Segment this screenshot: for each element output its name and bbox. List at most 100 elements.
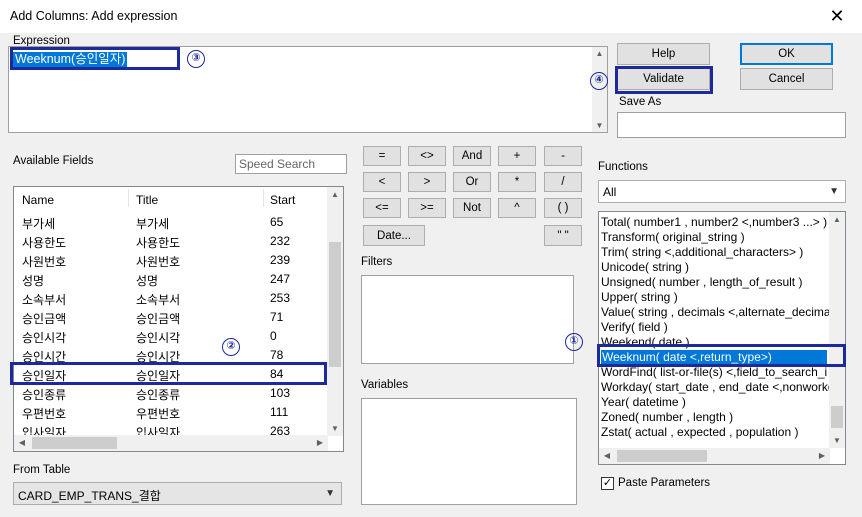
cell-name: 성명 [22, 274, 45, 288]
scroll-right-icon[interactable]: ▶ [816, 451, 828, 460]
scroll-thumb[interactable] [831, 406, 843, 428]
function-item[interactable]: Value( string , decimals <,alternate_dec… [601, 305, 833, 320]
function-item[interactable]: Zstat( actual , expected , population ) [601, 425, 798, 440]
save-as-input[interactable] [617, 112, 846, 138]
function-item[interactable]: Trim( string <,additional_characters> ) [601, 245, 803, 260]
speed-search-input[interactable]: Speed Search [235, 154, 347, 174]
operator-button[interactable]: + [498, 146, 536, 166]
scroll-left-icon[interactable]: ◀ [16, 438, 28, 447]
cell-start: 111 [270, 405, 289, 419]
cell-name: 승인금액 [22, 312, 67, 326]
variables-label: Variables [361, 379, 409, 391]
scroll-up-icon[interactable]: ▲ [592, 49, 607, 58]
table-row[interactable]: 승인시각 승인시각 0 [14, 327, 327, 346]
available-fields-list[interactable]: Name Title Start 부가세 부가세 65 사용한도 사용한도 232 사원번호… [13, 186, 344, 452]
scroll-thumb[interactable] [329, 242, 341, 367]
operator-button[interactable]: ^ [498, 198, 536, 218]
operator-button[interactable]: / [544, 172, 582, 192]
scroll-thumb[interactable] [617, 450, 707, 462]
operator-button[interactable]: > [408, 172, 446, 192]
date-button[interactable]: Date... [363, 225, 425, 246]
operator-button[interactable]: >= [408, 198, 446, 218]
fields-header: Name Title Start [14, 187, 327, 211]
function-item[interactable]: Upper( string ) [601, 290, 678, 305]
cell-start: 71 [270, 310, 284, 324]
cell-name: 승인종류 [22, 388, 67, 402]
function-item[interactable]: Zoned( number , length ) [601, 410, 733, 425]
operator-button[interactable]: Or [453, 172, 491, 192]
from-table-select[interactable]: CARD_EMP_TRANS_결합 ▼ [13, 482, 342, 505]
functions-list[interactable]: Total( number1 , number2 <,number3 ...> … [598, 211, 846, 465]
fields-vertical-scrollbar[interactable]: ▲ ▼ [327, 187, 343, 436]
operator-button[interactable]: ( ) [544, 198, 582, 218]
functions-label: Functions [598, 161, 648, 173]
cell-name: 사용한도 [22, 236, 67, 250]
cancel-button[interactable]: Cancel [740, 68, 833, 90]
scroll-down-icon[interactable]: ▼ [592, 121, 607, 130]
table-row[interactable]: 승인금액 승인금액 71 [14, 308, 327, 327]
highlight-box-expression [10, 47, 180, 70]
cell-title: 성명 [136, 274, 159, 288]
annotation-4: ④ [590, 72, 608, 90]
operator-button[interactable]: And [453, 146, 491, 166]
operator-button[interactable]: <> [408, 146, 446, 166]
operator-button[interactable]: < [363, 172, 401, 192]
operator-button[interactable]: * [498, 172, 536, 192]
table-row[interactable]: 소속부서 소속부서 253 [14, 289, 327, 308]
close-icon[interactable]: ✕ [822, 4, 852, 28]
scroll-down-icon[interactable]: ▼ [829, 436, 845, 445]
paste-parameters-checkbox[interactable]: ✓ [601, 477, 614, 490]
scroll-thumb[interactable] [32, 437, 117, 449]
table-row[interactable]: 사원번호 사원번호 239 [14, 251, 327, 270]
cell-title: 승인시각 [136, 331, 181, 345]
table-row[interactable]: 우편번호 우편번호 111 [14, 403, 327, 422]
variables-list[interactable] [361, 398, 577, 505]
operator-button[interactable]: Not [453, 198, 491, 218]
column-header-name[interactable]: Name [22, 193, 54, 207]
column-header-title[interactable]: Title [136, 193, 158, 207]
cell-title: 소속부서 [136, 293, 181, 307]
function-item[interactable]: Year( datetime ) [601, 395, 686, 410]
filters-list[interactable] [361, 275, 574, 364]
function-item[interactable]: Verify( field ) [601, 320, 668, 335]
functions-category-value: All [603, 185, 617, 199]
cell-name: 소속부서 [22, 293, 67, 307]
functions-vertical-scrollbar[interactable]: ▲ ▼ [829, 212, 845, 448]
ok-button[interactable]: OK [740, 43, 833, 65]
cell-name: 우편번호 [22, 407, 67, 421]
operator-button[interactable]: = [363, 146, 401, 166]
help-button[interactable]: Help [617, 43, 710, 65]
cell-start: 78 [270, 348, 284, 362]
function-item[interactable]: Unsigned( number , length_of_result ) [601, 275, 802, 290]
function-item[interactable]: Workday( start_date , end_date <,nonwork… [601, 380, 835, 395]
filters-label: Filters [361, 256, 393, 268]
operator-button[interactable]: - [544, 146, 582, 166]
table-row[interactable]: 사용한도 사용한도 232 [14, 232, 327, 251]
function-item[interactable]: Transform( original_string ) [601, 230, 745, 245]
cell-start: 239 [270, 253, 291, 267]
fields-horizontal-scrollbar[interactable]: ◀ ▶ [14, 435, 328, 451]
functions-horizontal-scrollbar[interactable]: ◀ ▶ [599, 448, 830, 464]
scroll-up-icon[interactable]: ▲ [327, 190, 343, 199]
table-row[interactable]: 승인종류 승인종류 103 [14, 384, 327, 403]
chevron-down-icon: ▼ [829, 186, 839, 197]
quote-button[interactable]: " " [544, 225, 582, 246]
functions-category-select[interactable]: All ▼ [598, 180, 846, 203]
scroll-down-icon[interactable]: ▼ [327, 424, 343, 433]
cell-start: 247 [270, 272, 291, 286]
function-item[interactable]: Unicode( string ) [601, 260, 689, 275]
cell-name: 부가세 [22, 217, 56, 231]
table-row[interactable]: 부가세 부가세 65 [14, 213, 327, 232]
cell-name: 승인시각 [22, 331, 67, 345]
scroll-left-icon[interactable]: ◀ [601, 451, 613, 460]
table-row[interactable]: 성명 성명 247 [14, 270, 327, 289]
function-item[interactable]: Total( number1 , number2 <,number3 ...> … [601, 215, 827, 230]
operator-button[interactable]: <= [363, 198, 401, 218]
cell-start: 65 [270, 215, 284, 229]
function-item[interactable]: WordFind( list-or-file(s) <,field_to_sea… [601, 365, 827, 380]
from-table-label: From Table [13, 464, 71, 476]
column-header-start[interactable]: Start [270, 193, 295, 207]
scroll-right-icon[interactable]: ▶ [314, 438, 326, 447]
cell-title: 사용한도 [136, 236, 181, 250]
scroll-up-icon[interactable]: ▲ [829, 215, 845, 224]
